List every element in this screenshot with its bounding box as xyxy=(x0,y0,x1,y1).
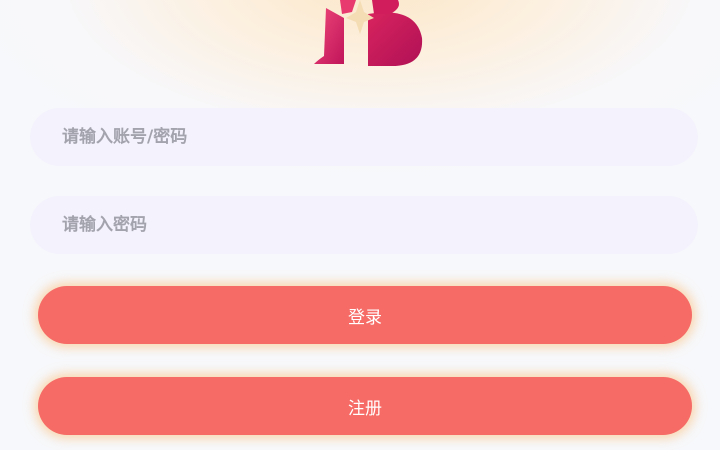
password-input[interactable] xyxy=(30,196,698,254)
register-button[interactable]: 注册 xyxy=(38,377,692,435)
account-input[interactable] xyxy=(30,108,698,166)
app-logo-icon xyxy=(312,0,424,68)
login-button[interactable]: 登录 xyxy=(38,286,692,344)
account-field[interactable] xyxy=(30,108,698,166)
password-field[interactable] xyxy=(30,196,698,254)
